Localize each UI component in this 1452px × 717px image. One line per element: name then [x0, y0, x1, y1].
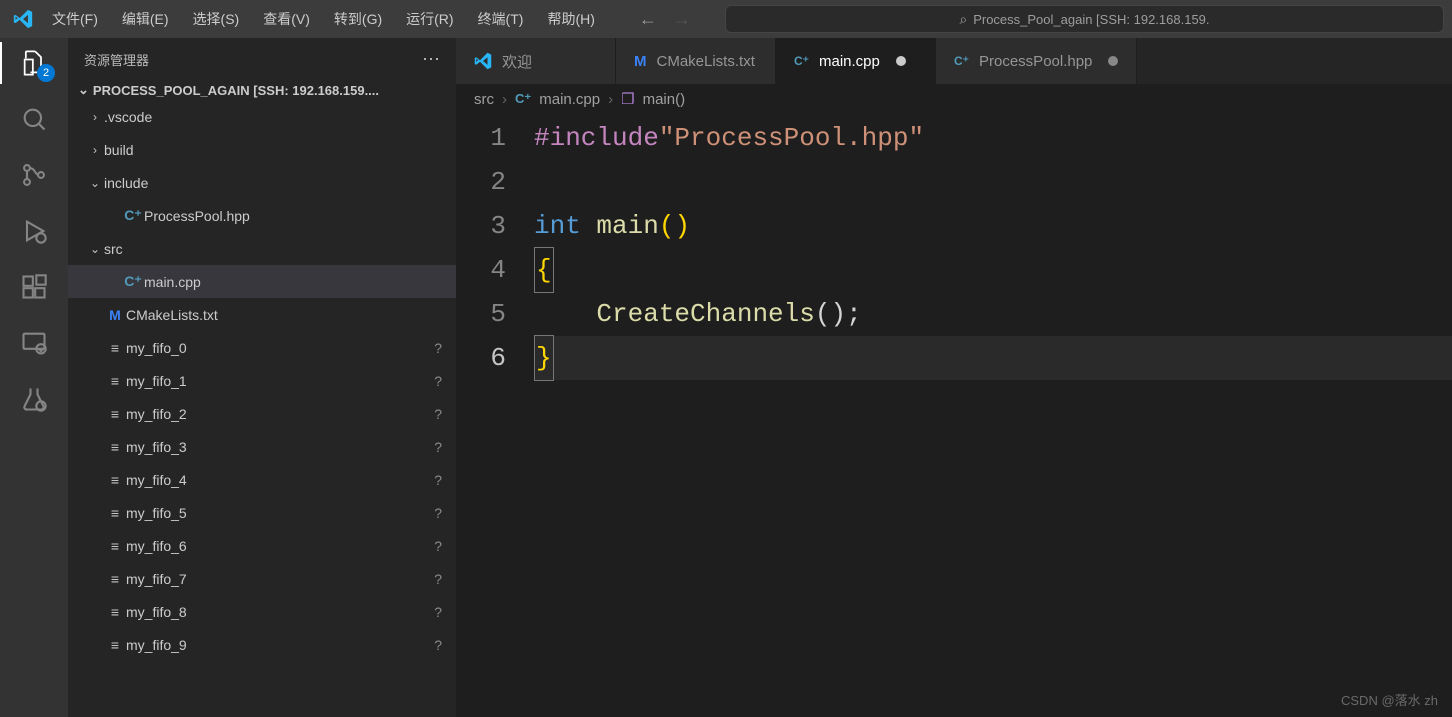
- file-icon: ≡: [104, 472, 126, 488]
- cpp-file-icon: C⁺: [794, 54, 809, 68]
- nav-back-icon[interactable]: ←: [639, 9, 657, 30]
- file-fifo[interactable]: ≡my_fifo_5?: [68, 496, 456, 529]
- activity-source-control-icon[interactable]: [19, 160, 49, 190]
- activity-search-icon[interactable]: [19, 104, 49, 134]
- file-icon: ≡: [104, 439, 126, 455]
- search-icon: ⌕: [959, 11, 967, 28]
- folder-vscode[interactable]: › .vscode: [68, 100, 456, 133]
- search-text: Process_Pool_again [SSH: 192.168.159.: [973, 12, 1209, 27]
- code-editor[interactable]: 1 2 3 4 5 6 #include"ProcessPool.hpp" in…: [456, 114, 1452, 717]
- menu-run[interactable]: 运行(R): [396, 5, 463, 33]
- file-fifo[interactable]: ≡my_fifo_4?: [68, 463, 456, 496]
- chevron-right-icon: ›: [502, 91, 507, 108]
- chevron-right-icon: ›: [608, 91, 613, 108]
- vscode-logo-icon: [474, 52, 492, 70]
- file-icon: ≡: [104, 604, 126, 620]
- vscode-logo-icon: [8, 9, 38, 29]
- file-icon: ≡: [104, 406, 126, 422]
- file-fifo[interactable]: ≡my_fifo_6?: [68, 529, 456, 562]
- file-icon: ≡: [104, 505, 126, 521]
- symbol-method-icon: ❒: [621, 90, 634, 108]
- tab-cmakelists[interactable]: M CMakeLists.txt: [616, 38, 776, 84]
- unsaved-dot-icon: [1108, 56, 1118, 66]
- file-fifo[interactable]: ≡my_fifo_7?: [68, 562, 456, 595]
- cpp-header-icon: C⁺: [122, 207, 144, 224]
- titlebar: 文件(F) 编辑(E) 选择(S) 查看(V) 转到(G) 运行(R) 终端(T…: [0, 0, 1452, 38]
- breadcrumb-main[interactable]: main.cpp: [539, 91, 600, 108]
- folder-include[interactable]: ⌄ include: [68, 166, 456, 199]
- unsaved-dot-icon: [896, 56, 906, 66]
- activity-run-debug-icon[interactable]: [19, 216, 49, 246]
- file-icon: ≡: [104, 637, 126, 653]
- cpp-header-icon: C⁺: [954, 54, 969, 68]
- file-fifo[interactable]: ≡my_fifo_3?: [68, 430, 456, 463]
- file-processpool-hpp[interactable]: C⁺ ProcessPool.hpp: [68, 199, 456, 232]
- editor-area: 欢迎 M CMakeLists.txt C⁺ main.cpp C⁺ Proce…: [456, 38, 1452, 717]
- folder-build[interactable]: › build: [68, 133, 456, 166]
- menu-view[interactable]: 查看(V): [253, 5, 320, 33]
- activity-bar: 2: [0, 38, 68, 717]
- menu-help[interactable]: 帮助(H): [537, 5, 604, 33]
- breadcrumb-src[interactable]: src: [474, 91, 494, 108]
- nav-arrows: ← →: [639, 9, 691, 30]
- activity-testing-icon[interactable]: [19, 384, 49, 414]
- file-tree: › .vscode › build ⌄ include C⁺ ProcessPo…: [68, 100, 456, 717]
- breadcrumbs[interactable]: src › C⁺ main.cpp › ❒ main(): [456, 84, 1452, 114]
- project-title: PROCESS_POOL_AGAIN [SSH: 192.168.159....: [93, 83, 379, 98]
- file-icon: ≡: [104, 571, 126, 587]
- menu-terminal[interactable]: 终端(T): [468, 5, 534, 33]
- sidebar-more-icon[interactable]: ⋯: [422, 49, 440, 70]
- file-fifo[interactable]: ≡my_fifo_9?: [68, 628, 456, 661]
- explorer-sidebar: 资源管理器 ⋯ ⌄ PROCESS_POOL_AGAIN [SSH: 192.1…: [68, 38, 456, 717]
- tab-welcome[interactable]: 欢迎: [456, 38, 616, 84]
- breadcrumb-func[interactable]: main(): [643, 91, 686, 108]
- cmake-file-icon: M: [634, 53, 647, 70]
- file-cmakelists[interactable]: M CMakeLists.txt: [68, 298, 456, 331]
- chevron-down-icon: ⌄: [78, 82, 89, 98]
- editor-tabs: 欢迎 M CMakeLists.txt C⁺ main.cpp C⁺ Proce…: [456, 38, 1452, 84]
- watermark: CSDN @落水 zh: [1341, 690, 1438, 709]
- file-fifo[interactable]: ≡my_fifo_8?: [68, 595, 456, 628]
- tab-processpool-hpp[interactable]: C⁺ ProcessPool.hpp: [936, 38, 1137, 84]
- file-icon: ≡: [104, 373, 126, 389]
- tab-main-cpp[interactable]: C⁺ main.cpp: [776, 38, 936, 84]
- chevron-right-icon: ›: [86, 143, 104, 157]
- chevron-right-icon: ›: [86, 110, 104, 124]
- chevron-down-icon: ⌄: [86, 242, 104, 256]
- line-numbers-gutter: 1 2 3 4 5 6: [456, 116, 534, 717]
- activity-remote-icon[interactable]: [19, 328, 49, 358]
- explorer-badge: 2: [37, 64, 55, 82]
- cpp-file-icon: C⁺: [122, 273, 144, 290]
- cpp-file-icon: C⁺: [515, 91, 531, 107]
- chevron-down-icon: ⌄: [86, 176, 104, 190]
- sidebar-header: 资源管理器 ⋯: [68, 38, 456, 80]
- project-title-row[interactable]: ⌄ PROCESS_POOL_AGAIN [SSH: 192.168.159..…: [68, 80, 456, 100]
- menu-go[interactable]: 转到(G): [324, 5, 392, 33]
- sidebar-title: 资源管理器: [84, 50, 149, 69]
- command-center-search[interactable]: ⌕ Process_Pool_again [SSH: 192.168.159.: [725, 5, 1444, 33]
- file-fifo[interactable]: ≡my_fifo_2?: [68, 397, 456, 430]
- file-icon: ≡: [104, 340, 126, 356]
- file-main-cpp[interactable]: C⁺ main.cpp: [68, 265, 456, 298]
- file-icon: ≡: [104, 538, 126, 554]
- menu-edit[interactable]: 编辑(E): [112, 5, 179, 33]
- file-fifo[interactable]: ≡my_fifo_1?: [68, 364, 456, 397]
- nav-forward-icon[interactable]: →: [673, 9, 691, 30]
- file-fifo[interactable]: ≡my_fifo_0?: [68, 331, 456, 364]
- activity-extensions-icon[interactable]: [19, 272, 49, 302]
- menu-file[interactable]: 文件(F): [42, 5, 108, 33]
- menu-selection[interactable]: 选择(S): [183, 5, 250, 33]
- activity-explorer-icon[interactable]: 2: [19, 48, 49, 78]
- code-lines[interactable]: #include"ProcessPool.hpp" int main() { C…: [534, 116, 1452, 717]
- cmake-file-icon: M: [104, 307, 126, 323]
- folder-src[interactable]: ⌄ src: [68, 232, 456, 265]
